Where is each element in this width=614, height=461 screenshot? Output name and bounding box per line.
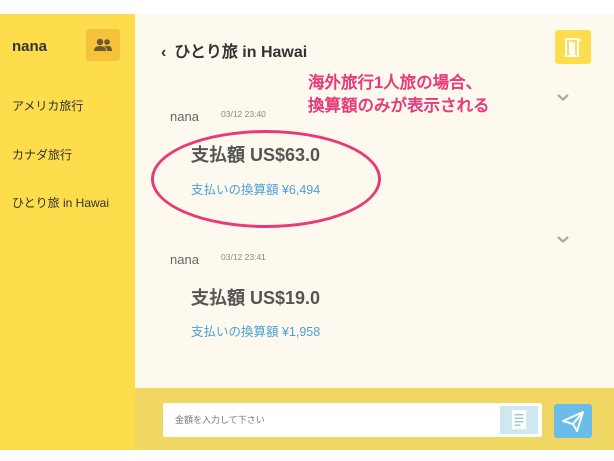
message-user: nana [170,109,199,124]
group-members-button[interactable] [86,29,120,61]
amount-input[interactable] [163,403,542,437]
chevron-down-icon[interactable] [556,92,570,102]
receipt-button[interactable] [500,406,538,434]
highlight-ellipse [151,130,381,228]
paper-plane-icon [562,411,584,432]
app-window: nana アメリカ旅行 カナダ旅行 ひとり旅 in Hawai ‹ ひとり旅 in… [0,14,614,450]
sidebar: nana アメリカ旅行 カナダ旅行 ひとり旅 in Hawai [0,14,135,450]
annotation-line-2: 換算額のみが表示される [308,97,490,115]
sidebar-item-canada[interactable]: カナダ旅行 [12,146,72,163]
back-link[interactable]: ‹ ひとり旅 in Hawai [161,38,307,62]
chat-area: ‹ ひとり旅 in Hawai 海外旅行1人旅の場合、 換算額のみが表示される n… [135,14,614,388]
annotation-line-1: 海外旅行1人旅の場合、 [308,74,483,92]
receipt-icon [512,410,526,430]
message-user: nana [170,252,199,267]
group-icon [94,38,112,51]
sidebar-item-hawaii[interactable]: ひとり旅 in Hawai [12,194,109,211]
message-time: 03/12 23:41 [221,252,266,262]
door-exit-icon [565,38,581,57]
converted-amount: 支払いの換算額 ¥1,958 [191,325,321,339]
send-button[interactable] [554,404,592,438]
annotation-note: 海外旅行1人旅の場合、 換算額のみが表示される [308,72,548,118]
input-bar [135,388,614,450]
chevron-down-icon[interactable] [556,234,570,244]
message-time: 03/12 23:40 [221,109,266,119]
page-title: ひとり旅 in Hawai [174,44,308,61]
exit-button[interactable] [555,30,591,64]
payment-amount: 支払額 US$19.0 [191,288,321,308]
chevron-left-icon: ‹ [161,44,167,61]
sidebar-user-name: nana [12,38,48,55]
sidebar-item-america[interactable]: アメリカ旅行 [12,97,83,114]
